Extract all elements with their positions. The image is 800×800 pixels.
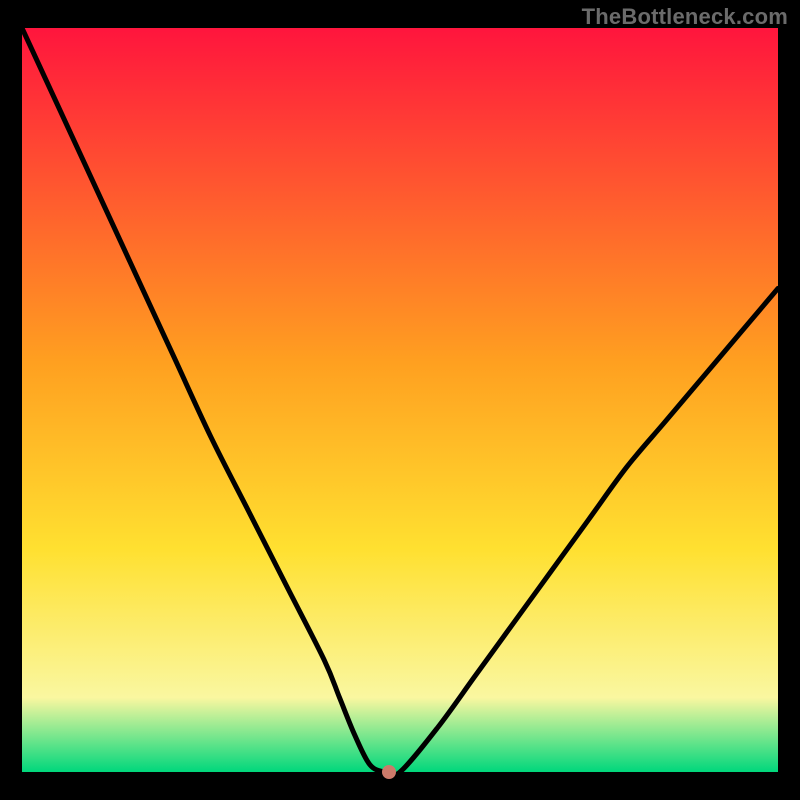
plot-area — [22, 28, 778, 772]
chart-frame: TheBottleneck.com — [0, 0, 800, 800]
operating-point-marker — [382, 765, 396, 779]
gradient-background — [22, 28, 778, 772]
bottleneck-plot — [22, 28, 778, 772]
watermark-label: TheBottleneck.com — [582, 4, 788, 30]
